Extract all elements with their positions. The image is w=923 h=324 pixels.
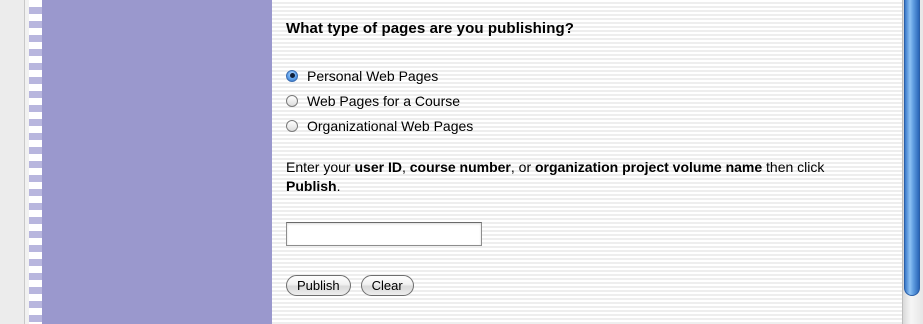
radio-label-organizational[interactable]: Organizational Web Pages <box>307 118 473 134</box>
instructions-part: , or <box>510 159 535 175</box>
radio-label-course[interactable]: Web Pages for a Course <box>307 93 460 109</box>
page-type-radio-group: Personal Web Pages Web Pages for a Cours… <box>286 63 473 138</box>
sidebar <box>42 0 272 324</box>
radio-button-organizational[interactable] <box>286 119 298 132</box>
instructions-course-number: course number <box>409 159 511 175</box>
radio-option-personal[interactable]: Personal Web Pages <box>286 63 473 88</box>
publish-form-panel: What type of pages are you publishing? P… <box>272 0 902 324</box>
radio-option-course[interactable]: Web Pages for a Course <box>286 88 473 113</box>
radio-selected-dot-icon <box>289 73 295 78</box>
instructions-text: Enter your user ID, course number, or or… <box>286 158 846 196</box>
instructions-user-id: user ID <box>354 159 402 175</box>
instructions-org-volume: organization project volume name <box>535 159 763 175</box>
clear-button[interactable]: Clear <box>360 275 414 296</box>
user-id-input[interactable] <box>286 222 482 246</box>
window-edge <box>0 0 25 324</box>
instructions-publish: Publish <box>286 178 337 194</box>
publish-button[interactable]: Publish <box>286 275 351 296</box>
form-heading: What type of pages are you publishing? <box>286 20 574 37</box>
instructions-part: then click <box>762 159 825 175</box>
radio-button-course[interactable] <box>286 94 298 107</box>
radio-label-personal[interactable]: Personal Web Pages <box>307 68 438 84</box>
radio-option-organizational[interactable]: Organizational Web Pages <box>286 113 473 138</box>
form-buttons: Publish Clear <box>286 275 414 296</box>
scrollbar-thumb[interactable] <box>904 0 920 296</box>
radio-button-personal[interactable] <box>286 69 298 82</box>
instructions-part: Enter your <box>286 159 355 175</box>
decorative-stripe <box>29 0 42 324</box>
instructions-part: , <box>401 159 410 175</box>
instructions-part: . <box>336 178 341 194</box>
